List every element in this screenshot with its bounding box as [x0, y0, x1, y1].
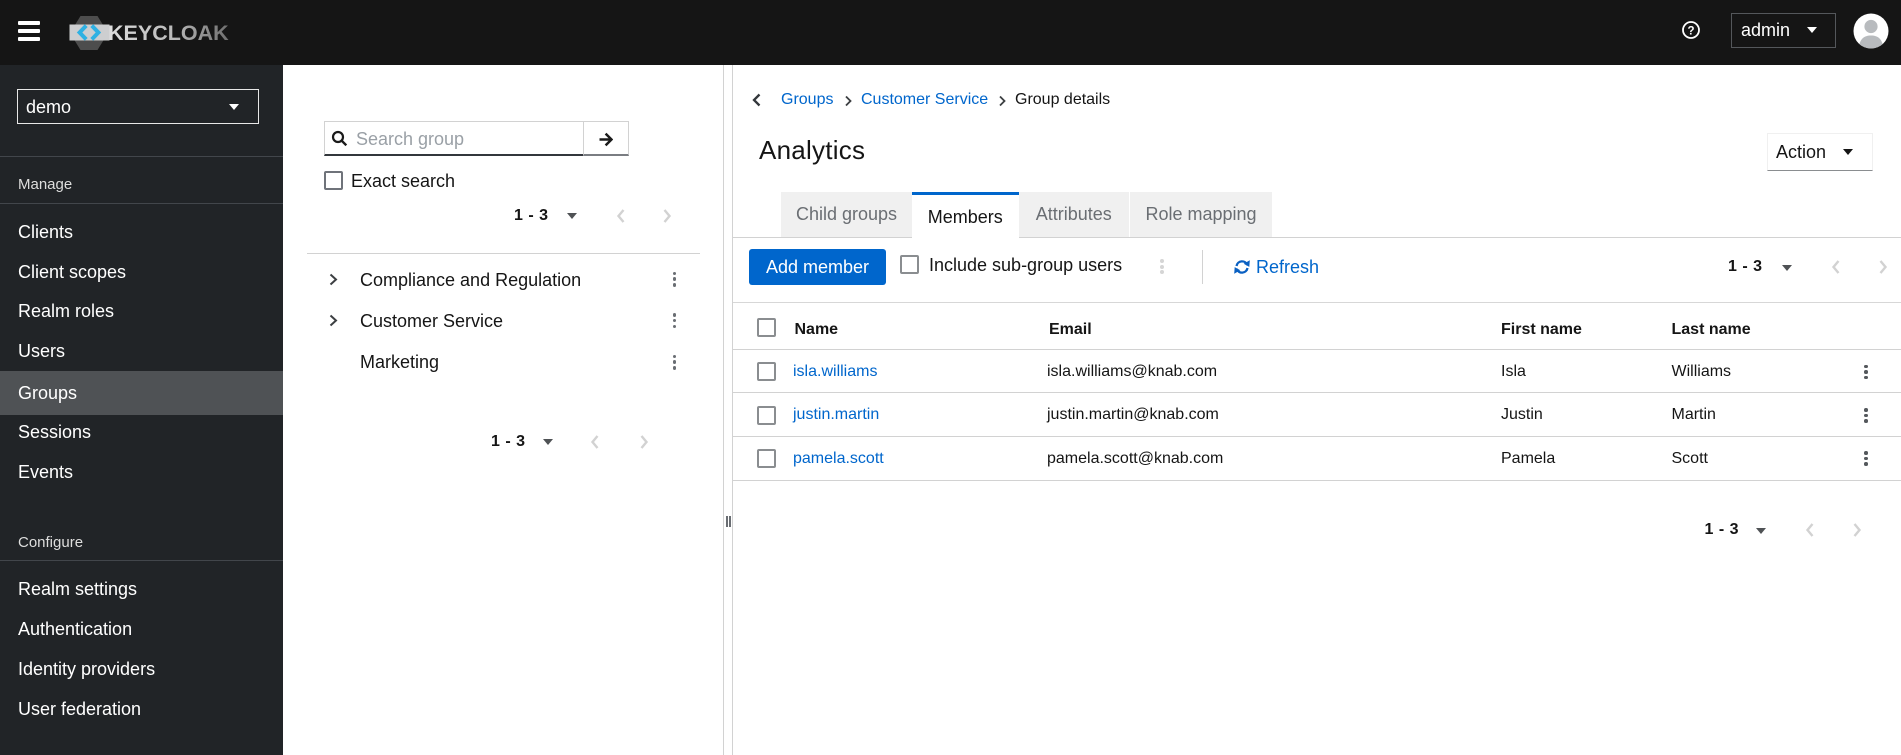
svg-text:KEYCLOAK: KEYCLOAK	[108, 21, 229, 45]
svg-text:?: ?	[1687, 25, 1694, 37]
